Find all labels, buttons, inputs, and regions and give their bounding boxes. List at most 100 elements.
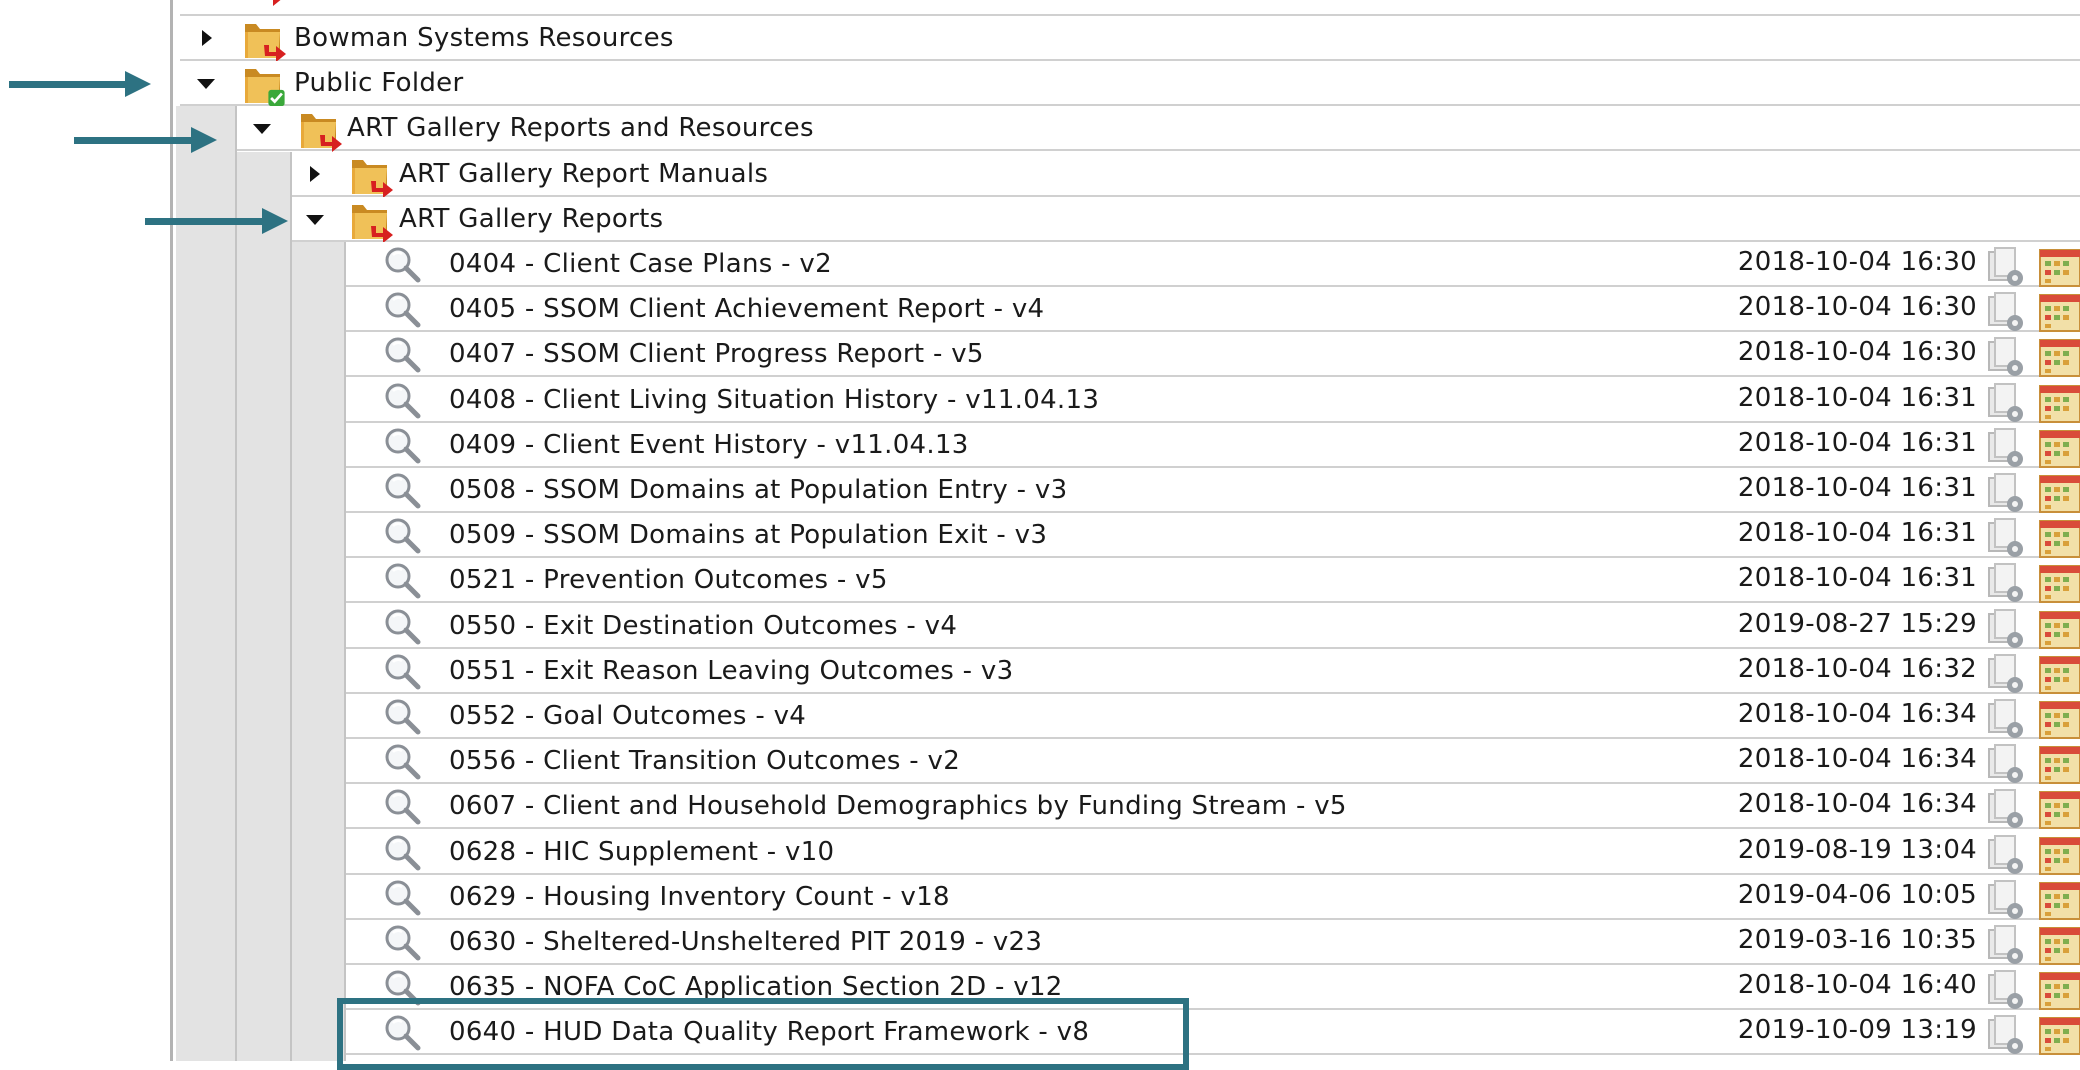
magnifier-icon[interactable] xyxy=(382,878,424,918)
report-row[interactable]: 0640 - HUD Data Quality Report Framework… xyxy=(346,1010,2080,1055)
collapse-toggle-icon[interactable] xyxy=(304,208,326,230)
magnifier-icon[interactable] xyxy=(382,923,424,963)
report-row[interactable]: 0407 - SSOM Client Progress Report - v5 2… xyxy=(346,332,2080,377)
report-name[interactable]: 0409 - Client Event History - v11.04.13 xyxy=(449,430,969,460)
report-schedule-icon[interactable] xyxy=(2036,562,2080,604)
report-row[interactable]: 0508 - SSOM Domains at Population Entry … xyxy=(346,468,2080,513)
report-name[interactable]: 0405 - SSOM Client Achievement Report - … xyxy=(449,294,1044,324)
report-properties-icon[interactable] xyxy=(1985,924,2029,966)
report-schedule-icon[interactable] xyxy=(2036,608,2080,650)
report-name[interactable]: 0630 - Sheltered-Unsheltered PIT 2019 - … xyxy=(449,927,1042,957)
report-properties-icon[interactable] xyxy=(1985,427,2029,469)
report-row[interactable]: 0404 - Client Case Plans - v2 2018-10-04 … xyxy=(346,242,2080,287)
magnifier-icon[interactable] xyxy=(382,471,424,511)
report-name[interactable]: 0508 - SSOM Domains at Population Entry … xyxy=(449,475,1067,505)
magnifier-icon[interactable] xyxy=(382,561,424,601)
magnifier-icon[interactable] xyxy=(382,697,424,737)
report-schedule-icon[interactable] xyxy=(2036,698,2080,740)
report-properties-icon[interactable] xyxy=(1985,246,2029,288)
report-row[interactable]: 0409 - Client Event History - v11.04.13 2… xyxy=(346,423,2080,468)
magnifier-icon[interactable] xyxy=(382,607,424,647)
report-name[interactable]: 0552 - Goal Outcomes - v4 xyxy=(449,701,806,731)
report-name[interactable]: 0404 - Client Case Plans - v2 xyxy=(449,249,832,279)
report-properties-icon[interactable] xyxy=(1985,562,2029,604)
report-name[interactable]: 0551 - Exit Reason Leaving Outcomes - v3 xyxy=(449,656,1013,686)
report-name[interactable]: 0640 - HUD Data Quality Report Framework… xyxy=(449,1017,1089,1047)
report-row[interactable]: 0551 - Exit Reason Leaving Outcomes - v3… xyxy=(346,649,2080,694)
report-name[interactable]: 0607 - Client and Household Demographics… xyxy=(449,791,1347,821)
report-row[interactable]: 0556 - Client Transition Outcomes - v2 20… xyxy=(346,739,2080,784)
report-properties-icon[interactable] xyxy=(1985,517,2029,559)
collapse-toggle-icon[interactable] xyxy=(195,72,217,94)
report-properties-icon[interactable] xyxy=(1985,653,2029,695)
report-name[interactable]: 0407 - SSOM Client Progress Report - v5 xyxy=(449,339,984,369)
tree-row-bowman-systems-resources[interactable]: Bowman Systems Resources xyxy=(180,16,2080,62)
report-schedule-icon[interactable] xyxy=(2036,427,2080,469)
expand-toggle-icon[interactable] xyxy=(196,27,218,49)
magnifier-icon[interactable] xyxy=(382,1013,424,1053)
report-schedule-icon[interactable] xyxy=(2036,382,2080,424)
report-properties-icon[interactable] xyxy=(1985,743,2029,785)
report-properties-icon[interactable] xyxy=(1985,698,2029,740)
report-schedule-icon[interactable] xyxy=(2036,653,2080,695)
report-name[interactable]: 0408 - Client Living Situation History -… xyxy=(449,385,1099,415)
expand-toggle-icon[interactable] xyxy=(304,163,326,185)
report-row[interactable]: 0521 - Prevention Outcomes - v5 2018-10-0… xyxy=(346,558,2080,603)
collapse-toggle-icon[interactable] xyxy=(251,117,273,139)
report-schedule-icon[interactable] xyxy=(2036,246,2080,288)
report-schedule-icon[interactable] xyxy=(2036,517,2080,559)
report-name[interactable]: 0628 - HIC Supplement - v10 xyxy=(449,837,834,867)
tree-row-public-folder[interactable]: Public Folder xyxy=(180,61,2080,107)
magnifier-icon[interactable] xyxy=(382,787,424,827)
report-name[interactable]: 0556 - Client Transition Outcomes - v2 xyxy=(449,746,960,776)
report-row[interactable]: 0550 - Exit Destination Outcomes - v4 201… xyxy=(346,604,2080,649)
magnifier-icon[interactable] xyxy=(382,516,424,556)
tree-row-art-gallery-report-manuals[interactable]: ART Gallery Report Manuals xyxy=(292,152,2080,198)
report-properties-icon[interactable] xyxy=(1985,472,2029,514)
report-row[interactable]: 0509 - SSOM Domains at Population Exit -… xyxy=(346,513,2080,558)
report-schedule-icon[interactable] xyxy=(2036,472,2080,514)
report-properties-icon[interactable] xyxy=(1985,788,2029,830)
report-schedule-icon[interactable] xyxy=(2036,834,2080,876)
report-row[interactable]: 0629 - Housing Inventory Count - v18 2019… xyxy=(346,875,2080,920)
report-schedule-icon[interactable] xyxy=(2036,788,2080,830)
magnifier-icon[interactable] xyxy=(382,742,424,782)
magnifier-icon[interactable] xyxy=(382,833,424,873)
report-row[interactable]: 0405 - SSOM Client Achievement Report - … xyxy=(346,287,2080,332)
tree-row-art-gallery-reports-and-resources[interactable]: ART Gallery Reports and Resources xyxy=(237,106,2080,152)
report-properties-icon[interactable] xyxy=(1985,969,2029,1011)
magnifier-icon[interactable] xyxy=(382,290,424,330)
report-schedule-icon[interactable] xyxy=(2036,336,2080,378)
report-properties-icon[interactable] xyxy=(1985,336,2029,378)
magnifier-icon[interactable] xyxy=(382,335,424,375)
report-schedule-icon[interactable] xyxy=(2036,743,2080,785)
report-properties-icon[interactable] xyxy=(1985,608,2029,650)
report-name[interactable]: 0521 - Prevention Outcomes - v5 xyxy=(449,565,888,595)
report-properties-icon[interactable] xyxy=(1985,1014,2029,1056)
report-schedule-icon[interactable] xyxy=(2036,1014,2080,1056)
report-properties-icon[interactable] xyxy=(1985,879,2029,921)
report-schedule-icon[interactable] xyxy=(2036,291,2080,333)
report-schedule-icon[interactable] xyxy=(2036,969,2080,1011)
report-row[interactable]: 0408 - Client Living Situation History -… xyxy=(346,378,2080,423)
report-row[interactable]: 0630 - Sheltered-Unsheltered PIT 2019 - … xyxy=(346,920,2080,965)
report-properties-icon[interactable] xyxy=(1985,382,2029,424)
magnifier-icon[interactable] xyxy=(382,245,424,285)
magnifier-icon[interactable] xyxy=(382,652,424,692)
magnifier-icon[interactable] xyxy=(382,426,424,466)
magnifier-icon[interactable] xyxy=(382,381,424,421)
report-row[interactable]: 0635 - NOFA CoC Application Section 2D -… xyxy=(346,965,2080,1010)
report-row[interactable]: 0552 - Goal Outcomes - v4 2018-10-04 16:3… xyxy=(346,694,2080,739)
report-row[interactable]: 0607 - Client and Household Demographics… xyxy=(346,784,2080,829)
tree-row-art-gallery-reports[interactable]: ART Gallery Reports xyxy=(292,197,2080,243)
report-schedule-icon[interactable] xyxy=(2036,879,2080,921)
report-schedule-icon[interactable] xyxy=(2036,924,2080,966)
report-name[interactable]: 0629 - Housing Inventory Count - v18 xyxy=(449,882,950,912)
report-name[interactable]: 0550 - Exit Destination Outcomes - v4 xyxy=(449,611,957,641)
report-row[interactable]: 0628 - HIC Supplement - v10 2019-08-19 13… xyxy=(346,830,2080,875)
report-name[interactable]: 0509 - SSOM Domains at Population Exit -… xyxy=(449,520,1047,550)
report-properties-icon[interactable] xyxy=(1985,834,2029,876)
magnifier-icon[interactable] xyxy=(382,968,424,1008)
report-name[interactable]: 0635 - NOFA CoC Application Section 2D -… xyxy=(449,972,1063,1002)
report-properties-icon[interactable] xyxy=(1985,291,2029,333)
